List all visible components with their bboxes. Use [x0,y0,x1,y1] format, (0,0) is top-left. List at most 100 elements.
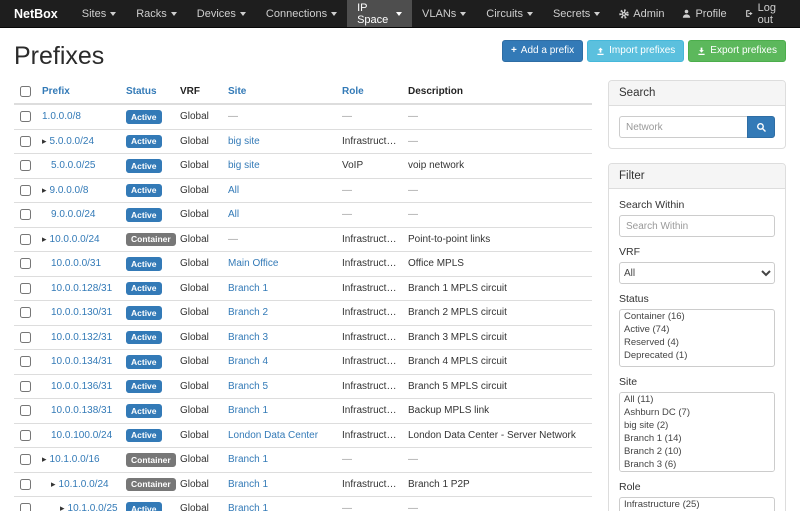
row-checkbox[interactable] [20,234,31,245]
prefix-link[interactable]: 10.1.0.0/25 [68,503,118,511]
site-link[interactable]: big site [228,136,260,147]
add-prefix-button[interactable]: + Add a prefix [502,40,583,62]
filter-option[interactable]: Active (74) [620,323,774,336]
search-input[interactable] [619,116,747,138]
column-header-prefix[interactable]: Prefix [38,80,122,104]
role-cell: Infrastructure [338,423,404,448]
role-filter-select[interactable]: Infrastructure (25)Management (8)Private… [619,497,775,511]
row-checkbox[interactable] [20,258,31,269]
site-link[interactable]: All [228,209,239,220]
row-checkbox[interactable] [20,332,31,343]
site-link[interactable]: Branch 4 [228,356,268,367]
filter-option[interactable]: Container (16) [620,310,774,323]
filter-option[interactable]: Branch 2 (10) [620,445,774,458]
site-link[interactable]: All [228,185,239,196]
row-checkbox[interactable] [20,209,31,220]
select-all-checkbox[interactable] [20,86,31,97]
prefix-link[interactable]: 9.0.0.0/8 [50,185,89,196]
row-checkbox[interactable] [20,283,31,294]
row-checkbox[interactable] [20,111,31,122]
prefix-link[interactable]: 1.0.0.0/8 [42,111,81,122]
search-within-input[interactable] [619,215,775,237]
expand-toggle-icon[interactable]: ▸ [51,479,56,489]
row-checkbox[interactable] [20,356,31,367]
prefix-link[interactable]: 9.0.0.0/24 [51,209,95,220]
filter-option[interactable]: Infrastructure (25) [620,498,774,511]
filter-option[interactable]: big site (2) [620,419,774,432]
expand-toggle-icon[interactable]: ▸ [42,234,47,244]
app-logo[interactable]: NetBox [0,0,72,27]
site-filter-select[interactable]: All (11)Ashburn DC (7)big site (2)Branch… [619,392,775,472]
nav-item-connections[interactable]: Connections [256,0,347,27]
vrf-select[interactable]: All [619,262,775,284]
description-cell: — [404,104,592,129]
expand-toggle-icon[interactable]: ▸ [42,185,47,195]
row-checkbox[interactable] [20,307,31,318]
nav-item-secrets[interactable]: Secrets [543,0,610,27]
prefix-link[interactable]: 10.0.0.136/31 [51,381,112,392]
site-link[interactable]: Branch 1 [228,503,268,511]
prefix-link[interactable]: 10.0.0.0/31 [51,258,101,269]
expand-toggle-icon[interactable]: ▸ [60,503,65,511]
nav-item-racks[interactable]: Racks [126,0,187,27]
site-link[interactable]: Branch 2 [228,307,268,318]
import-prefixes-button[interactable]: Import prefixes [587,40,684,62]
vrf-cell: Global [176,350,224,375]
prefix-link[interactable]: 10.1.0.0/16 [50,454,100,465]
site-link[interactable]: Branch 3 [228,332,268,343]
row-checkbox[interactable] [20,479,31,490]
expand-toggle-icon[interactable]: ▸ [42,454,47,464]
filter-option[interactable]: Ashburn DC (7) [620,406,774,419]
row-checkbox[interactable] [20,160,31,171]
site-link[interactable]: Branch 5 [228,381,268,392]
filter-option[interactable]: Deprecated (1) [620,349,774,362]
filter-option[interactable]: Reserved (4) [620,336,774,349]
prefix-link[interactable]: 5.0.0.0/25 [51,160,95,171]
nav-item-sites[interactable]: Sites [72,0,126,27]
expand-toggle-icon[interactable]: ▸ [42,136,47,146]
row-checkbox[interactable] [20,454,31,465]
filter-option[interactable]: Branch 4 (12) [620,471,774,472]
site-link[interactable]: Main Office [228,258,278,269]
prefix-link[interactable]: 5.0.0.0/24 [50,136,94,147]
row-checkbox[interactable] [20,405,31,416]
site-link[interactable]: Branch 1 [228,405,268,416]
export-prefixes-button[interactable]: Export prefixes [688,40,786,62]
nav-item-profile[interactable]: Profile [673,0,735,27]
filter-option[interactable]: Branch 1 (14) [620,432,774,445]
site-link[interactable]: Branch 1 [228,479,268,490]
row-checkbox[interactable] [20,136,31,147]
column-header-role[interactable]: Role [338,80,404,104]
nav-item-circuits[interactable]: Circuits [476,0,543,27]
site-link[interactable]: London Data Center [228,430,318,441]
nav-item-ip-space[interactable]: IP Space [347,0,412,27]
filter-option[interactable]: All (11) [620,393,774,406]
prefix-link[interactable]: 10.0.0.138/31 [51,405,112,416]
search-button[interactable] [747,116,775,138]
prefix-link[interactable]: 10.0.0.132/31 [51,332,112,343]
row-checkbox[interactable] [20,185,31,196]
site-link[interactable]: Branch 1 [228,454,268,465]
prefix-link[interactable]: 10.0.0.130/31 [51,307,112,318]
site-link[interactable]: Branch 1 [228,283,268,294]
prefix-link[interactable]: 10.0.100.0/24 [51,430,112,441]
prefix-link[interactable]: 10.0.0.128/31 [51,283,112,294]
status-cell: Active [122,423,176,448]
prefix-link[interactable]: 10.0.0.0/24 [50,234,100,245]
site-link[interactable]: big site [228,160,260,171]
nav-item-devices[interactable]: Devices [187,0,256,27]
chevron-down-icon [527,12,533,16]
nav-item-vlans[interactable]: VLANs [412,0,476,27]
nav-item-admin[interactable]: Admin [610,0,673,27]
row-checkbox[interactable] [20,430,31,441]
nav-item-logout[interactable]: Log out [736,0,800,27]
filter-option[interactable]: Branch 3 (6) [620,458,774,471]
row-checkbox[interactable] [20,503,31,511]
row-checkbox[interactable] [20,381,31,392]
prefix-link[interactable]: 10.1.0.0/24 [59,479,109,490]
status-filter-select[interactable]: Container (16)Active (74)Reserved (4)Dep… [619,309,775,367]
column-header-site[interactable]: Site [224,80,338,104]
prefix-link[interactable]: 10.0.0.134/31 [51,356,112,367]
status-cell: Active [122,374,176,399]
column-header-status[interactable]: Status [122,80,176,104]
